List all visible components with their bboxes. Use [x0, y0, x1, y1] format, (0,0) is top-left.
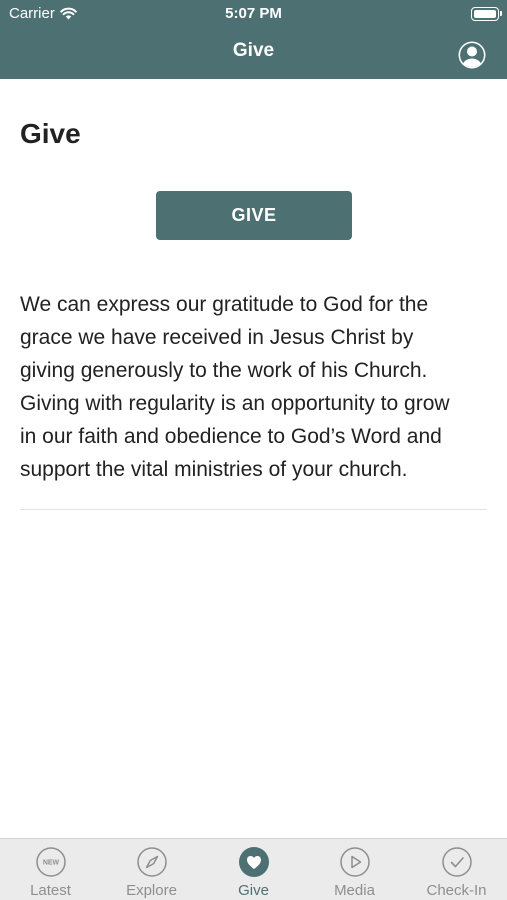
new-badge-icon: NEW [36, 847, 66, 877]
description-line: in our faith and obedience to God’s Word… [20, 425, 442, 448]
tab-label: Check-In [426, 882, 487, 899]
tab-label: Give [238, 882, 269, 899]
description-line: Giving with regularity is an opportunity… [20, 392, 450, 415]
description-line: grace we have received in Jesus Christ b… [20, 326, 414, 349]
battery-icon [471, 7, 502, 21]
page-title: Give [20, 118, 81, 149]
content-divider [20, 509, 487, 510]
give-description: We can express our gratitude to God for … [20, 288, 490, 486]
profile-button[interactable] [456, 39, 488, 71]
status-bar: Carrier 5:07 PM [0, 0, 507, 28]
app-header: Carrier 5:07 PM Give [0, 0, 507, 79]
check-icon [442, 847, 472, 877]
tab-label: Latest [30, 882, 71, 899]
tab-media[interactable]: Media [304, 839, 405, 900]
description-line: giving generously to the work of his Chu… [20, 359, 428, 382]
play-icon [340, 847, 370, 877]
compass-icon [137, 847, 167, 877]
heart-icon [239, 847, 269, 877]
status-time: 5:07 PM [225, 5, 282, 22]
tab-bar: NEW Latest Explore Give Media Check-In [0, 838, 507, 900]
new-badge-text: NEW [43, 860, 60, 867]
tab-label: Media [334, 882, 375, 899]
tab-label: Explore [126, 882, 177, 899]
tab-latest[interactable]: NEW Latest [0, 839, 101, 900]
tab-explore[interactable]: Explore [101, 839, 202, 900]
description-line: support the vital ministries of your chu… [20, 458, 408, 481]
description-line: We can express our gratitude to God for … [20, 293, 429, 316]
person-circle-icon [458, 41, 486, 69]
tab-check-in[interactable]: Check-In [406, 839, 507, 900]
nav-title: Give [232, 40, 275, 61]
tab-give[interactable]: Give [203, 839, 304, 900]
give-button[interactable]: GIVE [156, 191, 352, 240]
